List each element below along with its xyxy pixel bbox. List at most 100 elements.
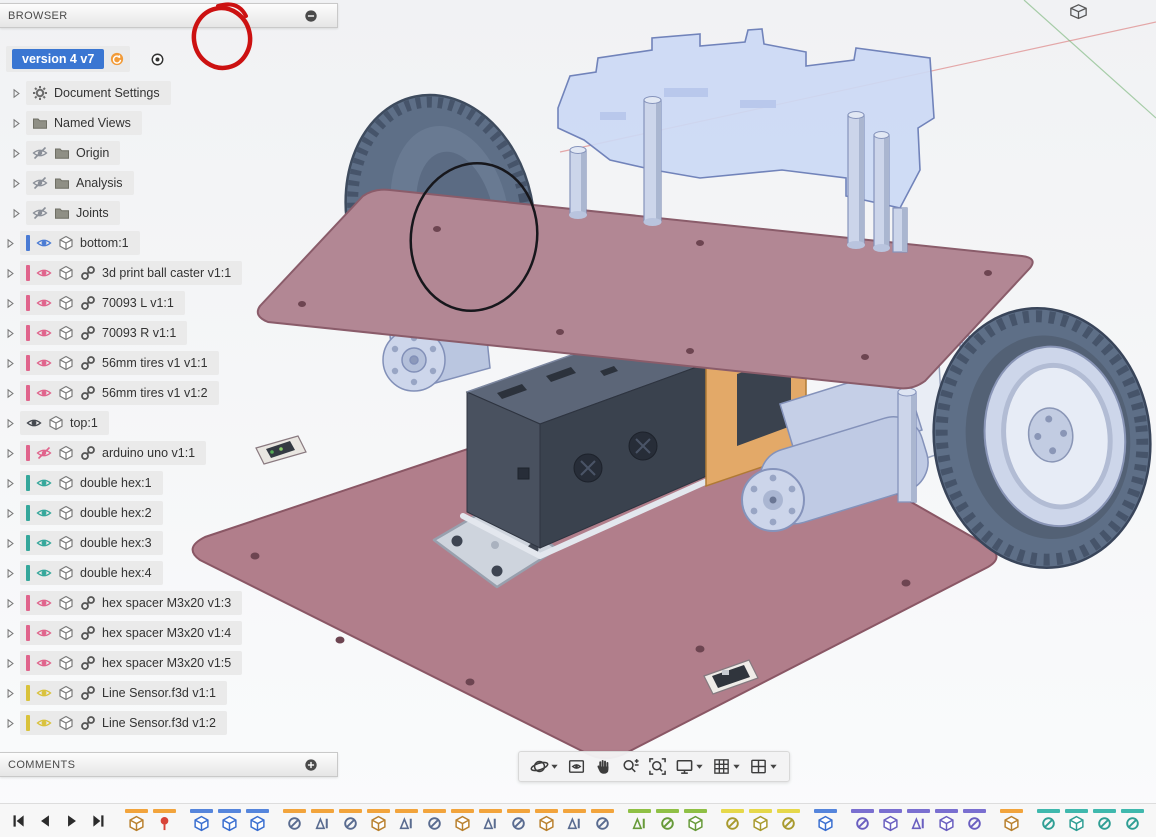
browser-row-label[interactable]: top:1 bbox=[70, 416, 98, 430]
timeline-play-button[interactable] bbox=[62, 811, 82, 831]
visibility-eye-icon[interactable] bbox=[26, 415, 42, 431]
browser-panel-header[interactable]: BROWSER bbox=[0, 3, 338, 28]
browser-row-component[interactable]: double hex:4 bbox=[4, 561, 344, 585]
timeline-feature-item[interactable] bbox=[507, 809, 530, 832]
timeline-feature-item[interactable] bbox=[1000, 809, 1023, 832]
hex-spacer[interactable] bbox=[893, 208, 907, 252]
hex-spacer[interactable] bbox=[569, 147, 587, 220]
expand-arrow-icon[interactable] bbox=[4, 507, 17, 520]
expand-arrow-icon[interactable] bbox=[10, 117, 23, 130]
timeline-feature-item[interactable] bbox=[656, 809, 679, 832]
timeline-feature-item[interactable] bbox=[451, 809, 474, 832]
timeline-feature-item[interactable] bbox=[1065, 809, 1088, 832]
timeline-feature-item[interactable] bbox=[777, 809, 800, 832]
browser-row-component[interactable]: hex spacer M3x20 v1:5 bbox=[4, 651, 344, 675]
timeline-feature-item[interactable] bbox=[851, 809, 874, 832]
browser-row-label[interactable]: double hex:2 bbox=[80, 506, 152, 520]
timeline-feature-item[interactable] bbox=[721, 809, 744, 832]
visibility-eye-icon[interactable] bbox=[36, 715, 52, 731]
timeline-feature-item[interactable] bbox=[814, 809, 837, 832]
browser-row-component[interactable]: Line Sensor.f3d v1:2 bbox=[4, 711, 344, 735]
expand-arrow-icon[interactable] bbox=[4, 297, 17, 310]
browser-row-pill[interactable]: Document Settings bbox=[26, 81, 171, 105]
expand-arrow-icon[interactable] bbox=[4, 357, 17, 370]
browser-row-pill[interactable]: bottom:1 bbox=[20, 231, 140, 255]
browser-row-named-views[interactable]: Named Views bbox=[10, 111, 344, 135]
display-settings-button[interactable] bbox=[672, 755, 707, 778]
visibility-eye-icon[interactable] bbox=[36, 655, 52, 671]
timeline-feature-item[interactable] bbox=[591, 809, 614, 832]
timeline-feature-item[interactable] bbox=[153, 809, 176, 832]
browser-row-document-settings[interactable]: Document Settings bbox=[10, 81, 344, 105]
browser-row-pill[interactable]: top:1 bbox=[20, 411, 109, 435]
browser-row-label[interactable]: double hex:1 bbox=[80, 476, 152, 490]
expand-arrow-icon[interactable] bbox=[4, 537, 17, 550]
browser-row-component[interactable]: hex spacer M3x20 v1:3 bbox=[4, 591, 344, 615]
timeline-feature-item[interactable] bbox=[684, 809, 707, 832]
timeline-feature-item[interactable] bbox=[963, 809, 986, 832]
browser-row-component[interactable]: double hex:3 bbox=[4, 531, 344, 555]
visibility-eye-icon[interactable] bbox=[36, 505, 52, 521]
browser-row-component[interactable]: 70093 L v1:1 bbox=[4, 291, 344, 315]
browser-row-pill[interactable]: hex spacer M3x20 v1:5 bbox=[20, 651, 242, 675]
timeline-feature-item[interactable] bbox=[1037, 809, 1060, 832]
timeline-feature-item[interactable] bbox=[907, 809, 930, 832]
browser-row-pill[interactable]: double hex:4 bbox=[20, 561, 163, 585]
browser-row-pill[interactable]: Named Views bbox=[26, 111, 142, 135]
timeline-feature-item[interactable] bbox=[339, 809, 362, 832]
browser-row-label[interactable]: bottom:1 bbox=[80, 236, 129, 250]
dropdown-caret-icon[interactable] bbox=[769, 762, 778, 771]
timeline-go-to-start-button[interactable] bbox=[8, 811, 28, 831]
hex-spacer[interactable] bbox=[847, 112, 865, 250]
browser-row-component[interactable]: 3d print ball caster v1:1 bbox=[4, 261, 344, 285]
browser-row-analysis[interactable]: Analysis bbox=[10, 171, 344, 195]
comments-panel-header[interactable]: COMMENTS bbox=[0, 752, 338, 777]
timeline-feature-item[interactable] bbox=[218, 809, 241, 832]
expand-arrow-icon[interactable] bbox=[4, 447, 17, 460]
expand-arrow-icon[interactable] bbox=[4, 327, 17, 340]
expand-arrow-icon[interactable] bbox=[10, 177, 23, 190]
timeline-feature-item[interactable] bbox=[879, 809, 902, 832]
browser-row-label[interactable]: 70093 L v1:1 bbox=[102, 296, 174, 310]
browser-row-component[interactable]: 70093 R v1:1 bbox=[4, 321, 344, 345]
grid-snap-button[interactable] bbox=[709, 755, 744, 778]
browser-row-pill[interactable]: double hex:1 bbox=[20, 471, 163, 495]
browser-row-component[interactable]: double hex:2 bbox=[4, 501, 344, 525]
browser-row-pill[interactable]: 56mm tires v1 v1:1 bbox=[20, 351, 219, 375]
browser-row-pill[interactable]: Line Sensor.f3d v1:1 bbox=[20, 681, 227, 705]
timeline-feature-item[interactable] bbox=[563, 809, 586, 832]
visibility-eye-off-icon[interactable] bbox=[32, 175, 48, 191]
browser-row-label[interactable]: 56mm tires v1 v1:1 bbox=[102, 356, 208, 370]
visibility-eye-icon[interactable] bbox=[36, 565, 52, 581]
expand-arrow-icon[interactable] bbox=[4, 627, 17, 640]
browser-row-component[interactable]: hex spacer M3x20 v1:4 bbox=[4, 621, 344, 645]
browser-row-pill[interactable]: 56mm tires v1 v1:2 bbox=[20, 381, 219, 405]
timeline-step-back-button[interactable] bbox=[35, 811, 55, 831]
visibility-eye-icon[interactable] bbox=[36, 235, 52, 251]
visibility-eye-off-icon[interactable] bbox=[32, 205, 48, 221]
timeline-feature-item[interactable] bbox=[628, 809, 651, 832]
visibility-eye-icon[interactable] bbox=[36, 475, 52, 491]
root-component-label[interactable]: version 4 v7 bbox=[12, 49, 104, 69]
browser-row-pill[interactable]: 70093 L v1:1 bbox=[20, 291, 185, 315]
browser-row-label[interactable]: double hex:3 bbox=[80, 536, 152, 550]
timeline-feature-item[interactable] bbox=[423, 809, 446, 832]
visibility-eye-off-icon[interactable] bbox=[36, 445, 52, 461]
browser-row-component[interactable]: arduino uno v1:1 bbox=[4, 441, 344, 465]
browser-row-label[interactable]: Line Sensor.f3d v1:2 bbox=[102, 716, 216, 730]
visibility-eye-icon[interactable] bbox=[36, 625, 52, 641]
visibility-eye-icon[interactable] bbox=[36, 325, 52, 341]
timeline-feature-item[interactable] bbox=[535, 809, 558, 832]
timeline-feature-item[interactable] bbox=[311, 809, 334, 832]
browser-row-pill[interactable]: Joints bbox=[26, 201, 120, 225]
timeline-feature-item[interactable] bbox=[395, 809, 418, 832]
browser-row-label[interactable]: 56mm tires v1 v1:2 bbox=[102, 386, 208, 400]
browser-row-component[interactable]: Line Sensor.f3d v1:1 bbox=[4, 681, 344, 705]
expand-arrow-icon[interactable] bbox=[4, 597, 17, 610]
dropdown-caret-icon[interactable] bbox=[550, 762, 559, 771]
look-at-button[interactable] bbox=[564, 755, 589, 778]
visibility-eye-icon[interactable] bbox=[36, 265, 52, 281]
hex-spacer[interactable] bbox=[873, 132, 890, 253]
expand-arrow-icon[interactable] bbox=[10, 87, 23, 100]
browser-row-pill[interactable]: arduino uno v1:1 bbox=[20, 441, 206, 465]
